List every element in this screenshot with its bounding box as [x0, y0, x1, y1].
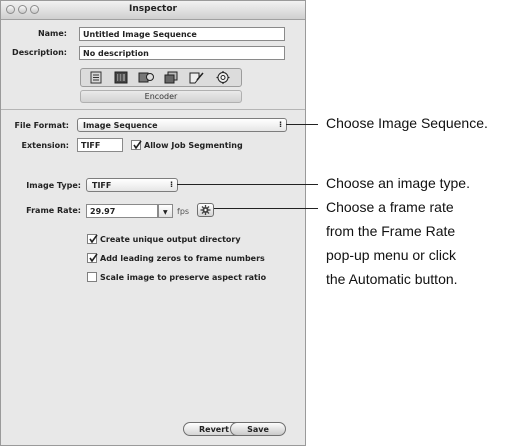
unique-directory-checkbox[interactable] — [87, 234, 98, 244]
inspector-window: Inspector Name: Untitled Image Sequence … — [0, 0, 306, 446]
frame-rate-field[interactable]: 29.97 — [86, 204, 158, 218]
fps-label: fps — [177, 207, 190, 216]
popup-arrows-icon: ⁝ — [169, 180, 173, 189]
actions-icon[interactable] — [186, 70, 206, 85]
name-field[interactable]: Untitled Image Sequence — [79, 27, 285, 41]
filters-icon[interactable] — [136, 70, 156, 85]
encoder-icon[interactable] — [111, 70, 131, 85]
callout-frame-rate-line2: from the Frame Rate — [326, 223, 456, 239]
image-type-value: TIFF — [92, 181, 112, 190]
extension-label: Extension: — [21, 141, 69, 150]
tab-encoder[interactable]: Encoder — [80, 90, 242, 103]
callout-frame-rate-line4: the Automatic button. — [326, 271, 458, 287]
popup-arrows-icon: ⁝ — [278, 120, 282, 129]
section-divider — [1, 109, 305, 110]
file-format-value: Image Sequence — [83, 121, 158, 130]
leading-zeros-checkbox[interactable] — [87, 253, 98, 263]
callout-line-frame-rate — [214, 208, 318, 209]
file-format-label: File Format: — [14, 121, 70, 130]
callout-frame-rate-line3: pop-up menu or click — [326, 247, 456, 263]
extension-field[interactable]: TIFF — [77, 138, 123, 152]
save-button[interactable]: Save — [230, 422, 286, 436]
gear-icon — [200, 205, 211, 215]
callout-image-type: Choose an image type. — [326, 175, 470, 191]
image-type-label: Image Type: — [26, 181, 81, 190]
unique-directory-label: Create unique output directory — [100, 235, 241, 244]
leading-zeros-label: Add leading zeros to frame numbers — [100, 254, 265, 263]
callout-line-file-format — [286, 124, 318, 125]
description-label: Description: — [12, 48, 67, 57]
allow-job-segmenting-checkbox[interactable] — [131, 140, 142, 150]
image-type-popup[interactable]: TIFF ⁝ — [86, 178, 178, 192]
chevron-down-icon: ▼ — [163, 209, 168, 216]
callout-frame-rate-line1: Choose a frame rate — [326, 199, 454, 215]
allow-job-segmenting-label: Allow Job Segmenting — [144, 141, 243, 150]
scale-image-checkbox[interactable] — [87, 272, 97, 282]
automatic-frame-rate-button[interactable] — [197, 203, 214, 217]
name-label: Name: — [37, 29, 67, 38]
scale-image-label: Scale image to preserve aspect ratio — [100, 273, 267, 282]
callout-line-image-type — [177, 184, 318, 185]
file-format-popup[interactable]: Image Sequence ⁝ — [77, 118, 287, 132]
frame-rate-label: Frame Rate: — [26, 206, 81, 215]
summary-icon[interactable] — [86, 70, 106, 85]
automatic-settings-icon[interactable] — [213, 70, 233, 85]
inspector-toolbar — [80, 68, 242, 87]
geometry-icon[interactable] — [161, 70, 181, 85]
window-title: Inspector — [129, 4, 177, 14]
frame-rate-dropdown-button[interactable]: ▼ — [158, 204, 173, 218]
title-bar[interactable]: Inspector — [1, 1, 305, 20]
description-field[interactable]: No description — [79, 46, 285, 60]
callout-file-format: Choose Image Sequence. — [326, 115, 488, 131]
